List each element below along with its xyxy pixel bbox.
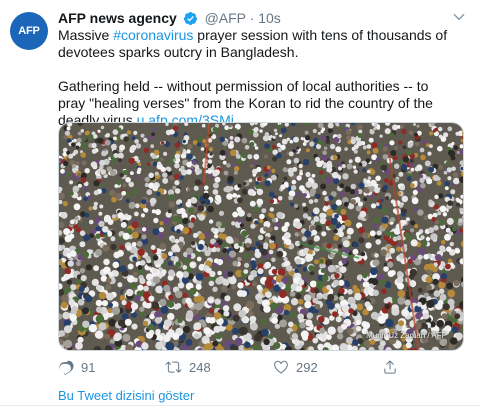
retweet-button[interactable]: 248: [165, 359, 211, 375]
account-handle[interactable]: @AFP: [205, 10, 246, 26]
account-avatar[interactable]: AFP: [10, 12, 48, 50]
tweet-paragraph-1: Massive #coronavirus prayer session with…: [58, 27, 448, 60]
like-count: 292: [296, 359, 318, 375]
separator-dot: ·: [249, 10, 255, 26]
tweet-text: Massive #coronavirus prayer session with…: [58, 27, 458, 129]
tweet-timestamp[interactable]: 10s: [258, 10, 281, 26]
reply-button[interactable]: 91: [58, 359, 95, 375]
retweet-icon: [165, 359, 182, 375]
reply-icon: [58, 359, 74, 375]
hashtag-link[interactable]: #coronavirus: [113, 27, 193, 43]
retweet-count: 248: [189, 359, 211, 375]
tweet-card[interactable]: AFP AFP news agency @AFP · 10s Massive #…: [0, 0, 480, 406]
share-button[interactable]: [382, 359, 398, 375]
share-icon: [382, 359, 398, 375]
crowd-photo-image: [59, 123, 463, 350]
tweet-actions: 91 248 292: [58, 359, 398, 379]
like-button[interactable]: 292: [273, 359, 318, 375]
reply-count: 91: [81, 359, 96, 375]
account-name[interactable]: AFP news agency: [58, 10, 177, 26]
tweet-photo[interactable]: Munir Uz Zaman / AFP: [58, 122, 464, 351]
heart-icon: [273, 359, 289, 375]
show-thread-link[interactable]: Bu Tweet dizisini göster: [58, 388, 194, 403]
photo-credit: Munir Uz Zaman / AFP: [366, 331, 447, 340]
avatar-logo-text: AFP: [18, 25, 40, 37]
